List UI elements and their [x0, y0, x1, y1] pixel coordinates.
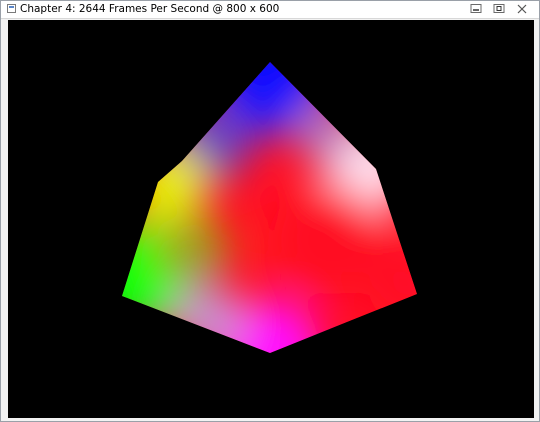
- title-bar[interactable]: Chapter 4: 2644 Frames Per Second @ 800 …: [1, 1, 539, 19]
- render-canvas[interactable]: [8, 20, 534, 418]
- restore-icon: [493, 3, 505, 13]
- restore-button[interactable]: [488, 1, 510, 16]
- minimize-icon: [470, 3, 482, 13]
- rotating-cube: [122, 62, 417, 353]
- app-icon[interactable]: [7, 4, 16, 13]
- close-icon: [517, 4, 527, 13]
- window-title: Chapter 4: 2644 Frames Per Second @ 800 …: [20, 3, 280, 15]
- minimize-button[interactable]: [465, 1, 487, 16]
- app-window: Chapter 4: 2644 Frames Per Second @ 800 …: [0, 0, 540, 422]
- close-button[interactable]: [511, 1, 533, 16]
- window-controls: [464, 1, 533, 18]
